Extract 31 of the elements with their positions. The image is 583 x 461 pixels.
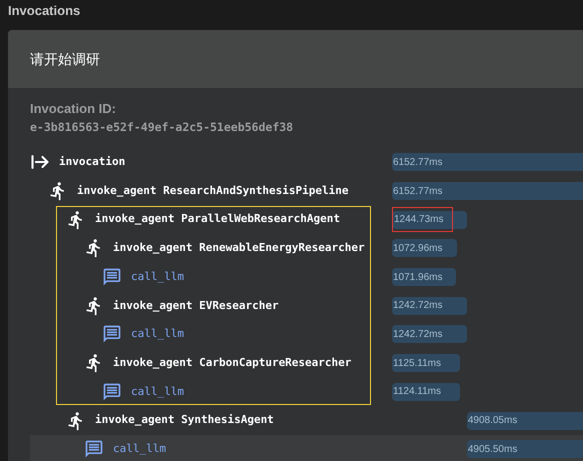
duration-text: 1072.96ms	[392, 242, 442, 256]
span-name[interactable]: invocation	[59, 154, 126, 171]
message-icon	[102, 324, 122, 344]
duration-text: 1242.72ms	[392, 299, 442, 314]
duration-text: 1124.11ms	[392, 385, 441, 400]
duration-text: 1125.11ms	[392, 356, 441, 371]
duration-text: 4905.50ms	[466, 442, 518, 457]
span-name[interactable]: invoke_agent ParallelWebResearchAgent	[95, 211, 340, 228]
card-title: 请开始调研	[30, 50, 100, 68]
message-icon	[102, 382, 122, 402]
duration-text: 6152.77ms	[392, 156, 442, 170]
message-icon	[102, 267, 122, 288]
span-name[interactable]: call_llm	[131, 268, 184, 286]
duration-text: 1242.72ms	[392, 328, 442, 342]
span-name[interactable]: invoke_agent CarbonCaptureResearcher	[113, 354, 352, 372]
duration-text: 4908.05ms	[466, 414, 518, 428]
page-title: Invocations	[7, 2, 82, 20]
span-name[interactable]: invoke_agent SynthesisAgent	[95, 412, 274, 429]
message-icon	[84, 439, 104, 460]
duration-text: 1071.96ms	[392, 270, 442, 285]
tree-row[interactable]: call_llm 4905.50ms	[30, 434, 583, 461]
id-value: e-3b816563-e52f-49ef-a2c5-51eeb56def38	[30, 119, 294, 136]
span-name[interactable]: invoke_agent EVResearcher	[113, 298, 279, 314]
id-label: Invocation ID:	[30, 100, 117, 118]
span-name[interactable]: call_llm	[131, 326, 184, 343]
span-name[interactable]: call_llm	[131, 384, 184, 400]
duration-text: 6152.77ms	[392, 184, 442, 199]
span-name[interactable]: invoke_agent RenewableEnergyResearcher	[113, 240, 365, 257]
span-name[interactable]: invoke_agent ResearchAndSynthesisPipeline	[77, 182, 349, 200]
span-name[interactable]: call_llm	[113, 440, 166, 458]
duration-text: 1244.73ms	[392, 207, 454, 232]
